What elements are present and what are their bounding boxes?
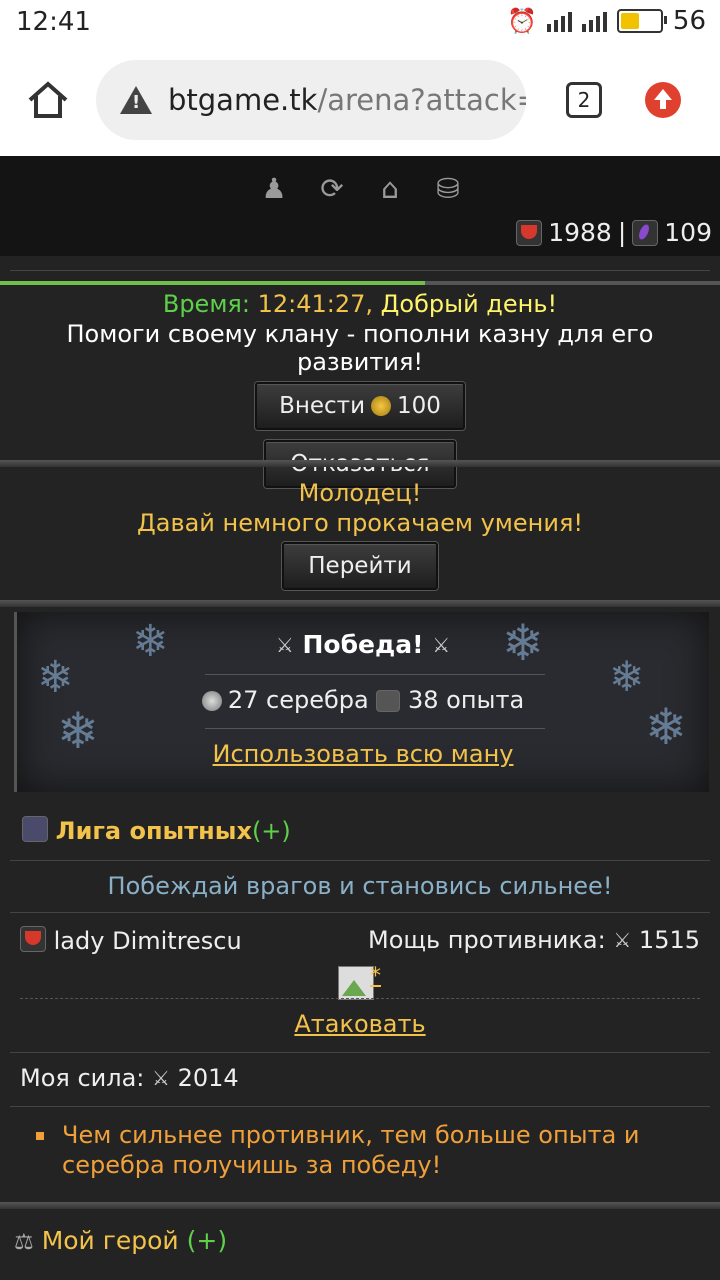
refresh-icon[interactable]: ⟳ <box>316 172 348 205</box>
league-name[interactable]: Лига опытных <box>56 817 252 845</box>
divider <box>10 912 710 913</box>
my-power-label: Моя сила: <box>20 1064 145 1092</box>
home-icon[interactable]: ⌂ <box>374 172 406 205</box>
signal-icon-2 <box>581 10 607 32</box>
hero-icon: ⚖ <box>14 1230 34 1255</box>
status-icons: ⏰ 56 <box>507 6 706 36</box>
victory-title: ⚔ Победа! ⚔ <box>17 630 709 659</box>
signal-icon <box>546 10 572 32</box>
victory-rewards: 27 серебра 38 опыта <box>17 686 709 714</box>
health-value: 1988 <box>548 218 612 247</box>
battery-icon <box>616 9 667 33</box>
donate-button[interactable]: Внести 100 <box>255 382 465 430</box>
clan-donation-panel: Время: 12:41:27, Добрый день! Помоги сво… <box>0 290 720 488</box>
update-icon[interactable] <box>645 82 681 118</box>
divider <box>10 1052 710 1053</box>
hero-plus: (+) <box>186 1226 228 1255</box>
progress-bar <box>0 281 720 285</box>
battery-level: 56 <box>672 6 706 36</box>
divider <box>205 674 545 675</box>
league-header: Лига опытных(+) <box>22 816 291 845</box>
game-nav: ♟ ⟳ ⌂ ⛁ <box>258 172 464 205</box>
donate-label: Внести <box>279 393 366 419</box>
divider <box>20 998 700 999</box>
my-hero-link[interactable]: ⚖ Мой герой (+) <box>14 1226 227 1255</box>
greeting: Добрый день! <box>380 290 558 318</box>
league-hint: Побеждай врагов и становись сильнее! <box>107 872 613 900</box>
url-path: /arena?attack= <box>317 83 526 117</box>
status-time: 12:41 <box>16 7 91 37</box>
league-plus[interactable]: (+) <box>252 817 291 845</box>
game-header: ♟ ⟳ ⌂ ⛁ 1988 | 109 <box>0 156 720 256</box>
tip-text: Чем сильнее противник, тем больше опыта … <box>36 1120 676 1180</box>
skills-line1: Молодец! <box>298 479 422 507</box>
alarm-icon: ⏰ <box>507 7 537 35</box>
my-power: Моя сила: ⚔ 2014 <box>20 1064 239 1092</box>
coins-icon[interactable]: ⛁ <box>432 172 464 205</box>
url-host: btgame.tk <box>168 83 318 117</box>
enemy-name[interactable]: lady Dimitrescu <box>54 927 242 955</box>
divider <box>10 1106 710 1107</box>
not-secure-icon <box>120 86 152 114</box>
silver-icon <box>201 691 222 711</box>
clan-message: Помоги своему клану - пополни казну для … <box>66 320 654 376</box>
go-button[interactable]: Перейти <box>282 542 438 590</box>
url-bar[interactable]: btgame.tk/arena?attack= <box>96 60 526 140</box>
skills-line2: Давай немного прокачаем умения! <box>136 509 583 537</box>
enemy-power-value: 1515 <box>638 926 700 954</box>
donate-amount: 100 <box>397 393 441 419</box>
enemy-power-label: Мощь противника: <box>368 926 606 954</box>
gold-coin-icon <box>371 396 392 416</box>
exp-reward: 38 опыта <box>407 686 525 714</box>
divider <box>0 600 720 607</box>
divider <box>205 728 545 729</box>
mana-value: 109 <box>664 218 712 247</box>
silver-reward: 27 серебра <box>227 686 369 714</box>
time-label: Время: <box>162 290 250 318</box>
use-mana-link[interactable]: Использовать всю ману <box>17 740 709 768</box>
swords-icon: ⚔ <box>275 633 294 657</box>
health-icon <box>516 219 543 246</box>
divider <box>0 460 720 467</box>
divider <box>0 1202 720 1209</box>
status-bar: 12:41 ⏰ 56 <box>0 0 720 46</box>
my-power-value: 2014 <box>177 1064 239 1092</box>
image-link[interactable]: * <box>370 964 381 989</box>
broken-image-icon[interactable] <box>338 966 374 1000</box>
tip-text-content: Чем сильнее противник, тем больше опыта … <box>62 1121 640 1179</box>
divider <box>10 270 710 271</box>
browser-home-icon[interactable] <box>26 78 70 122</box>
swords-icon: ⚔ <box>152 1066 170 1090</box>
victory-panel: ❄ ❄ ❄ ❄ ❄ ❄ ⚔ Победа! ⚔ 27 серебра 38 оп… <box>14 612 709 792</box>
browser-toolbar: btgame.tk/arena?attack= 2 <box>0 46 720 156</box>
enemy-power: Мощь противника: ⚔ 1515 <box>368 926 700 954</box>
swords-icon: ⚔ <box>613 928 632 952</box>
progress-fill <box>0 281 425 285</box>
mana-icon <box>632 219 659 246</box>
tab-switcher-button[interactable]: 2 <box>566 82 602 118</box>
stat-separator: | <box>617 218 627 247</box>
enemy-avatar-icon <box>20 926 46 952</box>
league-icon <box>22 816 48 842</box>
attack-link[interactable]: Атаковать <box>0 1010 720 1038</box>
swords-icon: ⚔ <box>432 633 451 657</box>
time-value: 12:41:27, <box>257 290 374 318</box>
profile-icon[interactable]: ♟ <box>258 172 290 205</box>
player-stats: 1988 | 109 <box>516 218 712 247</box>
skills-panel: Молодец! Давай немного прокачаем умения!… <box>0 478 720 590</box>
exp-icon <box>376 690 401 712</box>
enemy-info: lady Dimitrescu <box>20 926 242 955</box>
divider <box>10 860 710 861</box>
hero-label: Мой герой <box>41 1226 179 1255</box>
victory-title-text: Победа! <box>302 630 424 659</box>
